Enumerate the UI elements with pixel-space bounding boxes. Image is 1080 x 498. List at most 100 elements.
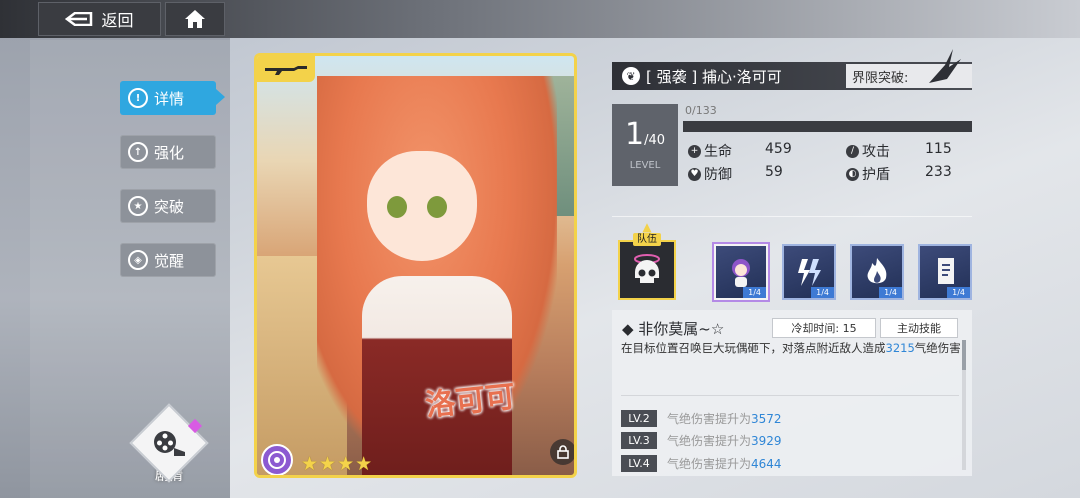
skill-level-tag: LV.4 [621,455,657,472]
skill-name: ◆ 非你莫属~☆ [622,320,725,338]
shield-label: 护盾 [862,167,890,183]
character-title: [ 强袭 ] 捕心·洛可可 [646,67,782,86]
skill-level-value: 3929 [751,433,782,448]
star-icon: ★ [355,453,373,475]
story-button[interactable]: 剧情 [129,403,209,495]
cooldown-badge: 冷却时间: 15 [772,318,876,338]
skill-slot-2[interactable]: 1/4 [782,244,836,300]
skill-level-value: 4644 [751,456,782,471]
film-reel-icon [154,431,185,456]
level-max: /40 [644,132,665,148]
menu-awaken[interactable]: ◈ 觉醒 [120,243,216,277]
stat-def: ♥ 防御 [688,164,732,184]
skill-level-row: LV.2 气绝伤害提升为 3572 [621,410,782,427]
star-icon: ★ [337,453,355,475]
level-value: 1 [624,116,645,152]
exp-bar [683,121,972,132]
team-label: 队伍 [633,233,661,246]
stat-atk: / 攻击 [846,141,890,161]
menu-enhance-label: 强化 [154,143,185,162]
hp-value: 459 [765,141,792,157]
defense-icon: ♥ [688,167,701,181]
level-label: LEVEL [629,159,661,171]
menu-breakthrough-label: 突破 [154,197,185,216]
card-character-name: 洛可可 [423,379,517,424]
skill-slot-3[interactable]: 1/4 [850,244,904,300]
character-card: 洛可可 ★ ★ ★ ★ [254,53,577,478]
skill-desc-value: 3215 [885,341,915,355]
lock-button[interactable] [550,439,574,465]
skill-2-level: 1/4 [811,287,834,298]
stat-shield: ◐ 护盾 [846,164,890,184]
stat-hp: + 生命 [688,141,732,161]
hp-icon: + [688,144,701,158]
story-diamond [129,403,209,483]
star-icon: ★ [301,453,319,475]
skill-level-text: 气绝伤害提升为 [667,412,752,426]
skill-desc-suffix: 气绝伤害 [914,341,961,355]
lock-icon [557,445,569,459]
seal-icon [938,258,954,284]
element-icon [261,444,293,475]
rifle-icon [265,66,307,75]
menu-details[interactable]: ! 详情 [120,81,216,115]
attack-icon: / [846,144,859,158]
rarity-stars: ★ ★ ★ ★ [301,454,372,474]
skill-type-badge: 主动技能 [880,318,958,338]
awaken-icon: ◈ [128,250,148,270]
menu-enhance[interactable]: ↑ 强化 [120,135,216,169]
skill-separator [621,395,959,396]
skill-4-level: 1/4 [947,287,970,298]
team-tag: ▲ 队伍 [626,220,668,246]
skill-level-tag: LV.2 [621,410,657,427]
shield-value: 233 [925,164,952,180]
breakthrough-icon: ★ [128,196,148,216]
enhance-icon: ↑ [128,142,148,162]
skill-level-value: 3572 [751,411,782,426]
star-icon: ★ [319,453,337,475]
skill-level-row: LV.3 气绝伤害提升为 3929 [621,432,782,449]
menu-awaken-label: 觉醒 [154,251,185,270]
skill-level-tag: LV.3 [621,432,657,449]
skill-level-text: 气绝伤害提升为 [667,457,752,471]
skill-desc-text: 在目标位置召唤巨大玩偶砸下，对落点附近敌人造成 [621,341,886,355]
character-eye-left [387,196,407,218]
lightning-icon [798,259,821,286]
def-label: 防御 [704,167,732,183]
def-value: 59 [765,164,783,180]
level-box: 1/40 LEVEL [612,104,678,186]
back-button[interactable]: 返回 [38,2,161,36]
skill-description: 在目标位置召唤巨大玩偶砸下，对落点附近敌人造成3215气绝伤害 [621,340,961,356]
atk-label: 攻击 [862,144,890,160]
top-bar: 返回 [0,0,1080,38]
character-eye-right [427,196,447,218]
back-label: 返回 [101,11,134,30]
skull-icon [634,254,660,283]
home-button[interactable] [165,2,225,36]
skill-level-row: LV.4 气绝伤害提升为 4644 [621,455,782,472]
skill-1-level: 1/4 [743,287,766,298]
leaf-icon: ❦ [622,67,640,85]
atk-value: 115 [925,141,952,157]
skill-scrollbar-thumb[interactable] [962,340,966,370]
limit-break-label: 界限突破: [852,70,909,86]
fire-icon [867,258,887,284]
menu-details-label: 详情 [154,89,185,108]
crown-icon: ▲ [642,220,652,234]
menu-breakthrough[interactable]: ★ 突破 [120,189,216,223]
home-icon [185,10,205,28]
shield-icon: ◐ [846,167,859,181]
weapon-type-tag [257,56,315,82]
info-icon: ! [128,88,148,108]
skill-3-level: 1/4 [879,287,902,298]
skill-slot-4[interactable]: 1/4 [918,244,972,300]
skill-level-text: 气绝伤害提升为 [667,434,752,448]
hp-label: 生命 [704,144,732,160]
back-arrow-icon [65,12,93,26]
chibi-character-icon [732,259,750,287]
character-face [367,151,477,261]
exp-text: 0/133 [685,104,717,117]
divider [612,216,972,217]
skill-slot-1[interactable]: 1/4 [714,244,768,300]
team-skill-button[interactable] [618,240,676,300]
